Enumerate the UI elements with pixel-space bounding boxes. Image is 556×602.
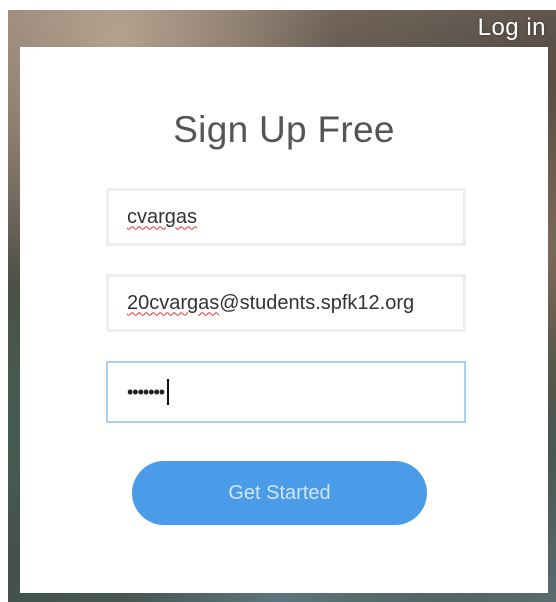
username-value: cvargas xyxy=(127,205,198,228)
signup-title: Sign Up Free xyxy=(173,109,395,150)
email-value: 20cvargas@students.spfk12.org xyxy=(127,292,414,315)
text-cursor xyxy=(167,379,170,405)
get-started-button[interactable]: Get Started xyxy=(132,461,427,525)
password-value: ••••••• xyxy=(127,382,165,402)
email-local-part: 20cvargas xyxy=(127,291,220,314)
email-field[interactable]: 20cvargas@students.spfk12.org xyxy=(106,274,466,332)
password-field[interactable]: ••••••• xyxy=(106,361,466,423)
signup-card: Sign Up Free cvargas 20cvargas@students.… xyxy=(20,47,548,593)
username-field[interactable]: cvargas xyxy=(106,188,466,246)
log-in-link[interactable]: Log in xyxy=(478,10,546,46)
email-domain-part: @students.spfk12.org xyxy=(219,291,415,314)
